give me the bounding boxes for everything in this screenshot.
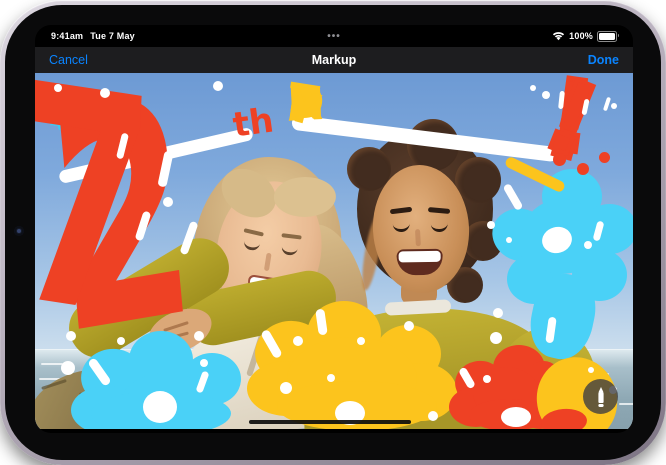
white-dot	[100, 88, 110, 98]
done-button[interactable]: Done	[588, 53, 619, 67]
screen: 9:41am Tue 7 May ••• 100% Cancel	[35, 25, 633, 433]
white-dot	[194, 331, 204, 341]
tool-drawer-handle[interactable]	[249, 420, 411, 424]
page-title: Markup	[35, 53, 633, 67]
white-dot	[61, 361, 75, 375]
markup-nav-bar: Cancel Markup Done	[35, 47, 633, 73]
status-bar: 9:41am Tue 7 May ••• 100%	[35, 25, 633, 47]
red-dot	[577, 163, 589, 175]
yellow-flower-doodle	[247, 301, 459, 429]
white-dot	[493, 308, 503, 318]
photo-canvas[interactable]: HAPPY 27 th BIRTHDAY !!!	[35, 73, 633, 429]
white-dot	[54, 84, 62, 92]
apple-pencil-icon	[593, 386, 609, 408]
white-dot	[428, 411, 438, 421]
ipad-device: 9:41am Tue 7 May ••• 100% Cancel	[0, 0, 666, 465]
red-dot	[553, 153, 566, 166]
screenshot-stage: 9:41am Tue 7 May ••• 100% Cancel	[0, 0, 666, 465]
th-doodle-text: th	[230, 100, 276, 145]
white-dot	[506, 237, 512, 243]
flower-center	[501, 407, 531, 427]
white-dot	[213, 81, 223, 91]
red-dot	[599, 152, 610, 163]
white-dot	[490, 332, 502, 344]
white-highlight	[483, 375, 491, 383]
multitask-dots-icon[interactable]: •••	[35, 31, 633, 42]
white-dot	[357, 337, 365, 345]
front-camera-icon	[14, 226, 24, 236]
white-dot	[280, 382, 292, 394]
white-dot	[487, 221, 495, 229]
white-exclamation-dot	[163, 197, 173, 207]
markup-drawing-layer: HAPPY 27 th BIRTHDAY !!!	[35, 73, 633, 429]
flower-center	[143, 391, 177, 423]
cancel-button[interactable]: Cancel	[49, 53, 88, 67]
pencil-tool-button[interactable]	[583, 379, 618, 414]
white-dot	[542, 91, 550, 99]
white-dot	[327, 374, 335, 382]
white-dot	[530, 85, 536, 91]
ipad-bezel: 9:41am Tue 7 May ••• 100% Cancel	[5, 5, 661, 460]
white-dot	[404, 321, 414, 331]
white-dot	[117, 337, 125, 345]
white-highlight	[503, 183, 524, 211]
battery-icon	[597, 31, 617, 42]
blue-flower-doodle	[487, 169, 633, 349]
white-dot	[200, 359, 208, 367]
white-dot	[293, 336, 303, 346]
white-dot	[66, 331, 76, 341]
white-dot	[584, 241, 592, 249]
white-dot	[611, 103, 617, 109]
white-dot	[588, 367, 594, 373]
